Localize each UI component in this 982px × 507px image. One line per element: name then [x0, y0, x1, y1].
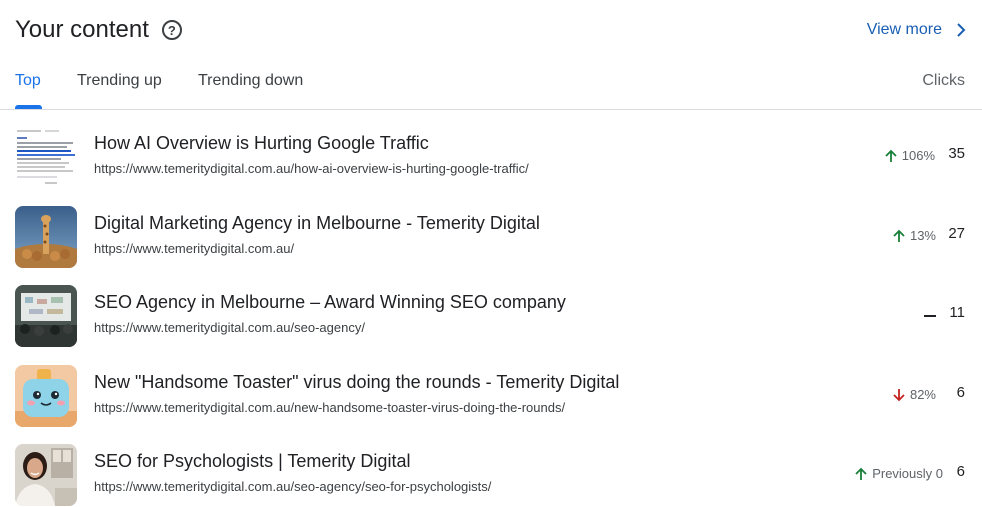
arrow-down-icon: [893, 388, 905, 401]
trend-value: 13%: [909, 228, 936, 243]
row-url: https://www.temeritydigital.com.au/seo-a…: [94, 479, 492, 494]
clicks-count: 11: [949, 304, 965, 321]
trend-indicator: 106%: [884, 148, 935, 163]
content-header: Your content ? View more: [15, 12, 968, 48]
row-title[interactable]: SEO for Psychologists | Temerity Digital: [94, 451, 410, 472]
content-row[interactable]: SEO for Psychologists | Temerity Digital…: [0, 444, 982, 507]
view-more-label: View more: [866, 21, 942, 38]
row-title[interactable]: Digital Marketing Agency in Melbourne - …: [94, 213, 540, 234]
thumbnail-image: [15, 285, 77, 347]
active-tab-indicator: [15, 105, 42, 109]
tab-trending-down[interactable]: Trending down: [198, 72, 303, 90]
trend-indicator: 13%: [892, 228, 936, 243]
thumbnail-image: [15, 365, 77, 427]
row-title[interactable]: SEO Agency in Melbourne – Award Winning …: [94, 292, 566, 313]
page-title: Your content: [15, 16, 149, 43]
clicks-count: 6: [956, 463, 965, 480]
content-row[interactable]: How AI Overview is Hurting Google Traffi…: [0, 126, 982, 190]
clicks-count: 27: [948, 225, 965, 242]
no-change-dash-icon: [924, 315, 936, 317]
row-url: https://www.temeritydigital.com.au/new-h…: [94, 400, 566, 415]
content-row[interactable]: Digital Marketing Agency in Melbourne - …: [0, 206, 982, 270]
arrow-up-icon: [893, 229, 905, 242]
clicks-count: 35: [948, 145, 965, 162]
content-row[interactable]: New "Handsome Toaster" virus doing the r…: [0, 365, 982, 429]
row-title[interactable]: How AI Overview is Hurting Google Traffi…: [94, 133, 429, 154]
tab-bar: Top Trending up Trending down Clicks: [0, 66, 982, 110]
trend-indicator: 82%: [892, 387, 936, 402]
thumbnail-image: [15, 206, 77, 268]
tab-trending-up[interactable]: Trending up: [77, 72, 162, 90]
trend-value: Previously 0: [872, 466, 943, 481]
content-row[interactable]: SEO Agency in Melbourne – Award Winning …: [0, 285, 982, 349]
chevron-right-icon: [957, 23, 966, 37]
clicks-count: 6: [956, 384, 965, 401]
row-url: https://www.temeritydigital.com.au/seo-a…: [94, 320, 365, 335]
view-more-link[interactable]: View more: [867, 21, 968, 39]
thumbnail-image: [15, 444, 77, 506]
tab-top[interactable]: Top: [15, 72, 41, 90]
row-url: https://www.temeritydigital.com.au/how-a…: [94, 161, 529, 176]
arrow-up-icon: [885, 149, 897, 162]
help-circle-icon[interactable]: ?: [161, 20, 182, 40]
clicks-column-header[interactable]: Clicks: [922, 72, 965, 90]
trend-indicator: Previously 0: [854, 466, 943, 481]
trend-value: 82%: [909, 387, 936, 402]
row-url: https://www.temeritydigital.com.au/: [94, 241, 295, 256]
row-title[interactable]: New "Handsome Toaster" virus doing the r…: [94, 372, 619, 393]
thumbnail-image: [15, 126, 77, 188]
arrow-up-icon: [855, 467, 867, 480]
trend-value: 106%: [901, 148, 935, 163]
